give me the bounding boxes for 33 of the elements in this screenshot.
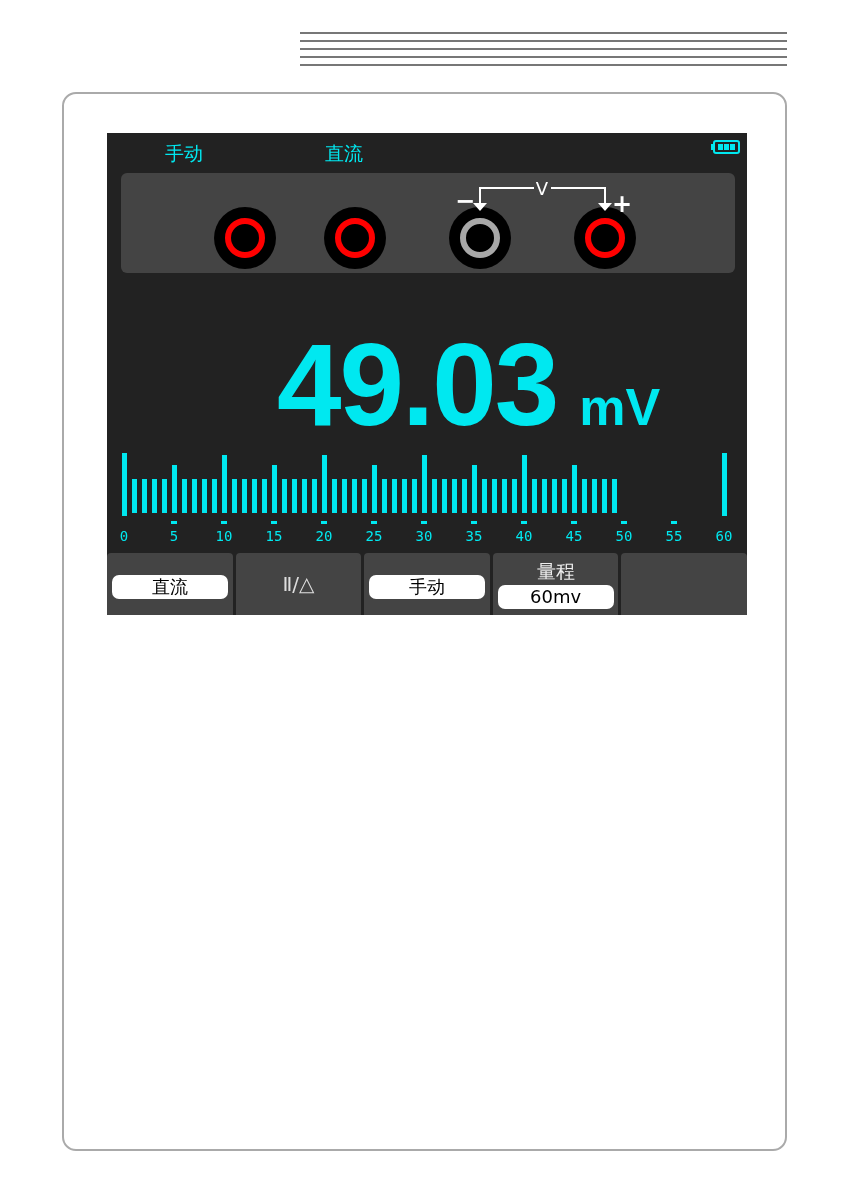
softkey-title: 量程 — [536, 561, 575, 581]
terminal-jack — [324, 207, 386, 269]
scale-label: 15 — [265, 528, 283, 544]
scale-label: 20 — [315, 528, 333, 544]
scale-label: 50 — [615, 528, 633, 544]
terminal-jack — [449, 207, 511, 269]
scale-label: 45 — [565, 528, 583, 544]
softkey[interactable]: 量程 60mv — [492, 553, 619, 615]
probe-label: V — [535, 178, 549, 199]
scale-label: 0 — [120, 528, 129, 544]
terminal-jack — [214, 207, 276, 269]
option-value: 60mv — [497, 584, 614, 609]
mode-status: 手动 — [165, 141, 203, 166]
scale-label: 10 — [215, 528, 233, 544]
coupling-status: 直流 — [325, 141, 363, 166]
softkey[interactable]: 直流 — [107, 553, 233, 615]
reading-unit: mV — [579, 381, 661, 433]
scale-label: 55 — [665, 528, 683, 544]
softkey[interactable]: 手动 — [364, 553, 490, 615]
reading-value: 49.03 — [277, 327, 558, 443]
softkey[interactable]: Ⅱ/△ — [235, 553, 362, 615]
positive-sign: + — [611, 190, 633, 218]
scale-label: 5 — [169, 528, 179, 544]
scale-label: 30 — [415, 528, 433, 544]
option-value: 直流 — [111, 575, 228, 599]
battery-icon — [711, 140, 741, 154]
scale-label: 40 — [515, 528, 533, 544]
option-value: 手动 — [369, 575, 485, 599]
scale-label: 25 — [365, 528, 383, 544]
scale-label: 60 — [715, 528, 733, 544]
softkey[interactable] — [621, 553, 747, 615]
negative-sign: − — [454, 187, 476, 215]
scale-label: 35 — [465, 528, 483, 544]
